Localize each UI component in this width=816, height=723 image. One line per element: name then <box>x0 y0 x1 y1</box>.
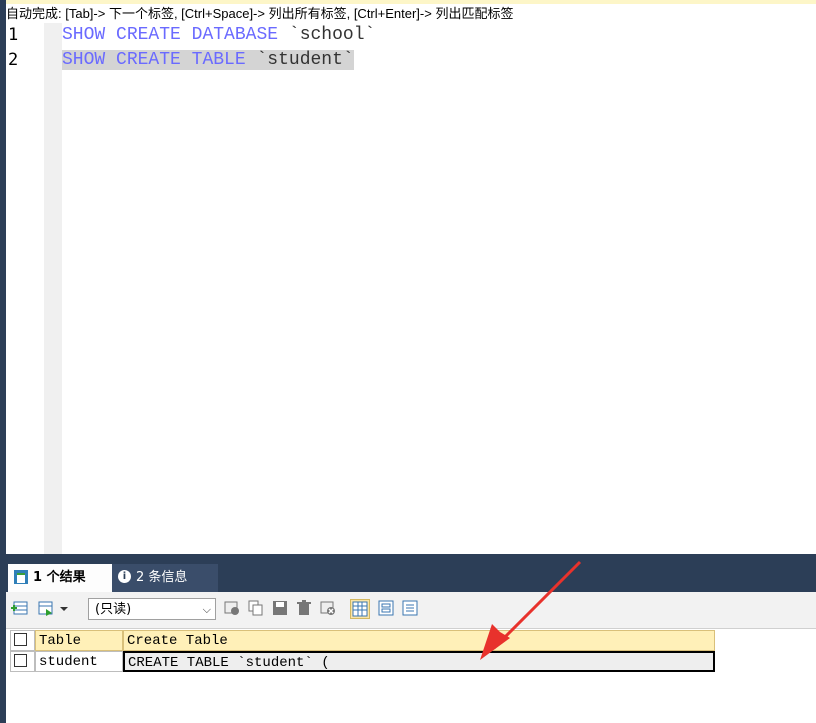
checkbox-icon[interactable] <box>14 632 27 646</box>
save-icon[interactable] <box>270 599 290 619</box>
sql-keyword: CREATE <box>116 50 181 70</box>
refresh-icon[interactable] <box>222 599 242 619</box>
line-number: 2 <box>8 50 19 70</box>
annotation-arrow <box>480 560 582 660</box>
cell-table-name[interactable]: student <box>35 651 123 672</box>
tab-messages[interactable]: i 2 条信息 <box>112 564 218 592</box>
sql-identifier: `school` <box>288 25 376 45</box>
autocomplete-hint-text: 自动完成: [Tab]-> 下一个标签, [Ctrl+Space]-> 列出所有… <box>6 6 514 21</box>
grid-view-icon[interactable] <box>350 599 370 619</box>
column-header-create-table[interactable]: Create Table <box>123 630 715 651</box>
tab-messages-label: 2 条信息 <box>136 570 188 585</box>
text-view-icon[interactable] <box>400 599 420 619</box>
annotation-arrow-shaft <box>492 560 582 650</box>
sql-keyword: SHOW <box>62 25 106 45</box>
panel-splitter[interactable] <box>6 554 816 562</box>
sql-identifier: `student` <box>256 50 354 70</box>
table-row[interactable]: student CREATE TABLE `student` ( <box>10 651 715 672</box>
sql-keyword: SHOW <box>62 50 106 70</box>
row-select-cell[interactable] <box>10 651 35 672</box>
checkbox-icon[interactable] <box>14 653 27 667</box>
result-toolbar: (只读) ⌵ <box>6 592 816 629</box>
info-icon: i <box>118 570 131 583</box>
column-header-table[interactable]: Table <box>35 630 123 651</box>
sql-editor[interactable]: 1 2 SHOW CREATE DATABASE `school` SHOW C… <box>6 23 816 554</box>
line-number: 1 <box>8 25 19 45</box>
fold-margin <box>44 23 62 554</box>
delete-icon[interactable] <box>294 599 314 619</box>
cancel-icon[interactable] <box>318 599 338 619</box>
readonly-mode-select[interactable]: (只读) ⌵ <box>88 598 216 620</box>
line-number-gutter: 1 2 <box>6 23 44 554</box>
cell-create-table[interactable]: CREATE TABLE `student` ( <box>123 651 715 672</box>
grid-header-row: Table Create Table <box>10 630 715 651</box>
select-all-cell[interactable] <box>10 630 35 651</box>
export-icon[interactable] <box>36 599 56 619</box>
code-line-selected[interactable]: SHOW CREATE TABLE `student` <box>62 48 354 72</box>
add-row-icon[interactable] <box>10 599 30 619</box>
result-tabs: 1 个结果 i 2 条信息 <box>6 562 816 592</box>
form-view-icon[interactable] <box>376 599 396 619</box>
result-grid-icon <box>14 569 28 584</box>
code-area[interactable]: SHOW CREATE DATABASE `school` SHOW CREAT… <box>62 23 816 554</box>
readonly-mode-value: (只读) <box>95 602 132 617</box>
annotation-arrow-head <box>480 624 510 660</box>
sql-keyword: CREATE <box>116 25 181 45</box>
sql-keyword: TABLE <box>191 50 246 70</box>
chevron-down-icon: ⌵ <box>202 603 211 616</box>
code-line[interactable]: SHOW CREATE DATABASE `school` <box>62 23 375 47</box>
copy-icon[interactable] <box>246 599 266 619</box>
sql-keyword: DATABASE <box>191 25 279 45</box>
tab-results[interactable]: 1 个结果 <box>8 564 118 592</box>
autocomplete-hint-bar: 自动完成: [Tab]-> 下一个标签, [Ctrl+Space]-> 列出所有… <box>6 4 816 23</box>
chevron-down-icon[interactable] <box>58 599 70 619</box>
tab-results-label: 1 个结果 <box>33 570 86 585</box>
